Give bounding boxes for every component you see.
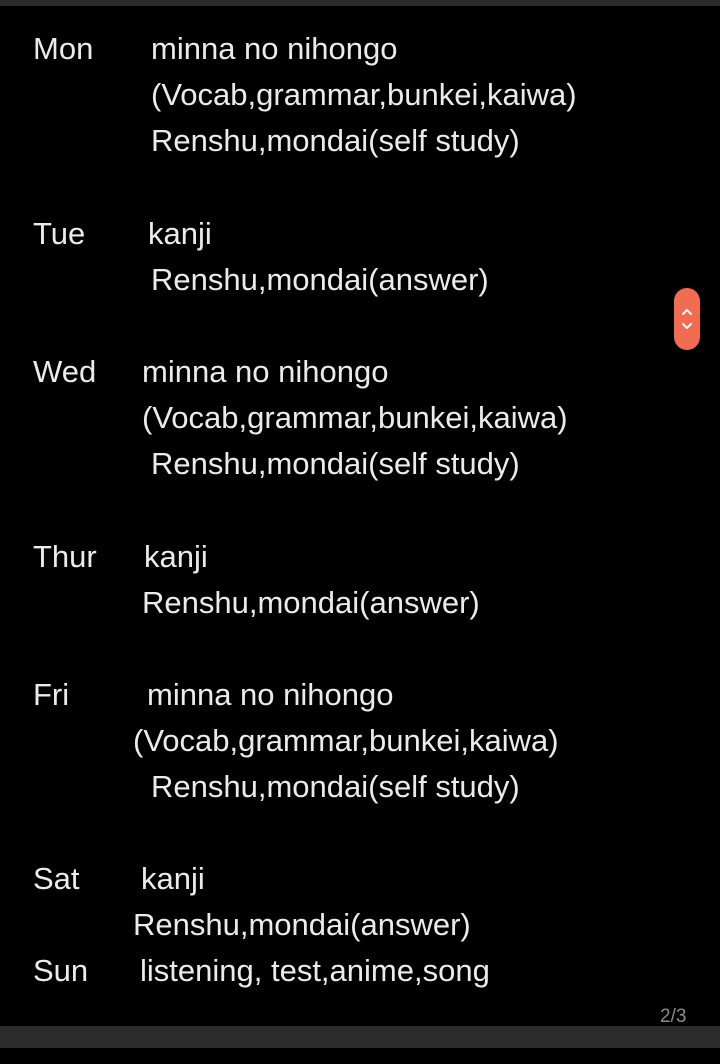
schedule-line: Renshu,mondai(answer) [151, 262, 489, 297]
schedule-line: Renshu,mondai(self study) [151, 446, 520, 481]
chevron-up-down-icon [682, 309, 692, 329]
schedule-line: minna no nihongo [147, 677, 394, 712]
schedule-line: (Vocab,grammar,bunkei,kaiwa) [142, 400, 568, 435]
page-indicator: 2/3 [660, 1006, 687, 1027]
day-label-sat: Sat [33, 861, 80, 896]
schedule-line: minna no nihongo [151, 31, 398, 66]
day-label-thur: Thur [33, 539, 97, 574]
bottom-bar [0, 1026, 720, 1048]
top-bar [0, 0, 720, 6]
schedule-line: (Vocab,grammar,bunkei,kaiwa) [133, 723, 559, 758]
day-label-fri: Fri [33, 677, 70, 712]
scroll-handle[interactable] [674, 288, 700, 350]
schedule-line: kanji [148, 216, 212, 251]
schedule-line: kanji [144, 539, 208, 574]
schedule-line: (Vocab,grammar,bunkei,kaiwa) [151, 77, 577, 112]
day-label-mon: Mon [33, 31, 94, 66]
schedule-line: Renshu,mondai(answer) [133, 907, 471, 942]
bottom-edge [0, 1048, 720, 1064]
schedule-line: Renshu,mondai(self study) [151, 769, 520, 804]
schedule-line: kanji [141, 861, 205, 896]
day-label-tue: Tue [33, 216, 86, 251]
day-label-wed: Wed [33, 354, 97, 389]
schedule-line: Renshu,mondai(self study) [151, 123, 520, 158]
schedule-line: Renshu,mondai(answer) [142, 585, 480, 620]
day-label-sun: Sun [33, 953, 89, 988]
schedule-line: listening, test,anime,song [140, 953, 490, 988]
schedule-line: minna no nihongo [142, 354, 389, 389]
